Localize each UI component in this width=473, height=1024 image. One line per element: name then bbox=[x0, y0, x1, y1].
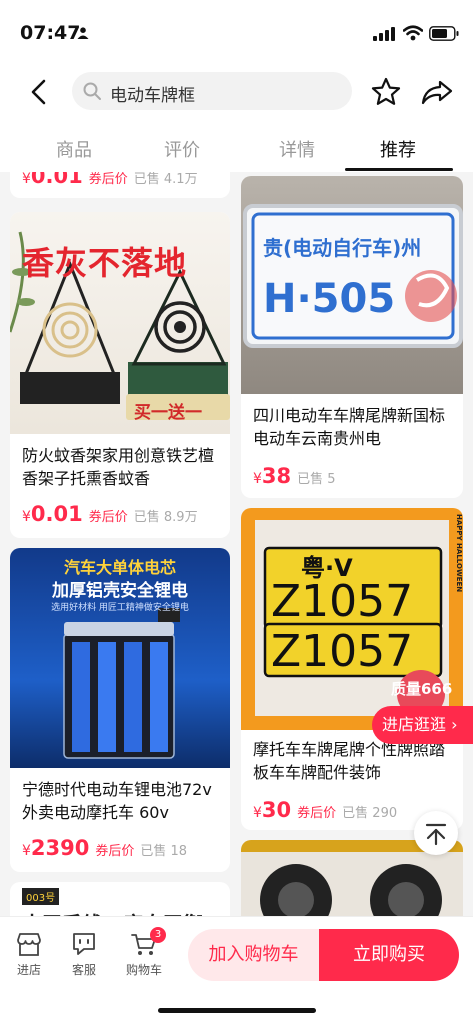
image-headline: 香灰不落地 bbox=[22, 244, 188, 282]
plate-number-text-2: Z1057 bbox=[271, 626, 414, 677]
tab-details[interactable]: 详情 bbox=[257, 136, 337, 162]
sold-count: 已售 4.1万 bbox=[133, 172, 198, 187]
currency-symbol: ¥ bbox=[22, 509, 31, 525]
image-line-1: 汽车大单体电芯 bbox=[63, 558, 176, 577]
home-indicator bbox=[158, 1008, 316, 1013]
price-row: ¥ 2390 券后价 已售 18 bbox=[22, 836, 187, 860]
price: 0.01 bbox=[30, 502, 83, 526]
product-image: 贵(电动自行车)州 H·505 bbox=[241, 176, 463, 394]
back-to-top-button[interactable] bbox=[414, 811, 458, 855]
search-icon bbox=[83, 82, 101, 100]
tab-recommend[interactable]: 推荐 bbox=[358, 136, 438, 162]
customer-service-button[interactable]: 客服 bbox=[59, 931, 109, 978]
price-row: ¥ 0.01 券后价 已售 8.9万 bbox=[22, 502, 198, 526]
currency-symbol: ¥ bbox=[22, 843, 31, 859]
product-card-battery[interactable]: 汽车大单体电芯 加厚铝壳安全锂电 选用好材料 用匠工精神做安全锂电 宁德时代电动… bbox=[10, 548, 230, 872]
add-to-cart-button[interactable]: 加入购物车 bbox=[188, 929, 319, 981]
product-image: 香灰不落地 买一送一 bbox=[10, 212, 230, 434]
product-card-mosquito-holder[interactable]: 香灰不落地 买一送一 防火蚊香架家用创意铁艺檀香架子托熏香蚊香 ¥ 0.01 券… bbox=[10, 212, 230, 538]
product-image: 粤·V Z1057 Z1057 质量666 HAPPY HALLOWEEN bbox=[241, 508, 463, 730]
buy-now-button[interactable]: 立即购买 bbox=[319, 929, 459, 981]
product-image: 汽车大单体电芯 加厚铝壳安全锂电 选用好材料 用匠工精神做安全锂电 bbox=[10, 548, 230, 768]
search-query: 电动车牌框 bbox=[110, 86, 195, 106]
product-title: 四川电动车车牌尾牌新国标电动车云南贵州电 bbox=[253, 406, 446, 448]
price: 38 bbox=[261, 464, 292, 488]
image-tag: 003号 bbox=[22, 888, 60, 905]
cart-button[interactable]: 3 购物车 bbox=[119, 927, 169, 978]
cart-count-badge: 3 bbox=[150, 927, 166, 943]
product-title: 防火蚊香架家用创意铁艺檀香架子托熏香蚊香 bbox=[22, 446, 215, 488]
favorite-star-icon[interactable] bbox=[370, 76, 402, 108]
price-row: ¥ 0.01 券后价 已售 4.1万 bbox=[22, 172, 198, 188]
plate-region-text: 贵(电动自行车)州 bbox=[263, 236, 422, 260]
top-nav-bar: 电动车牌框 bbox=[0, 64, 473, 120]
store-icon bbox=[17, 933, 41, 956]
product-card-partial-top[interactable]: ¥ 0.01 券后价 已售 4.1万 bbox=[10, 172, 230, 198]
cart-label: 购物车 bbox=[125, 963, 162, 977]
price: 0.01 bbox=[30, 172, 83, 188]
bottom-action-bar: 进店 客服 3 购物车 加入购物车 立即购买 bbox=[0, 916, 473, 994]
product-title: 宁德时代电动车锂电池72v外卖电动摩托车 60v bbox=[22, 780, 212, 822]
price-row: ¥ 38 已售 5 bbox=[253, 464, 336, 488]
tab-reviews[interactable]: 评价 bbox=[142, 136, 222, 162]
image-line-2: 加厚铝壳安全锂电 bbox=[52, 581, 188, 601]
image-side-text: HAPPY HALLOWEEN bbox=[455, 514, 463, 593]
image-badge: 买一送一 bbox=[134, 403, 202, 423]
cellular-signal-icon bbox=[373, 27, 395, 41]
image-tag: 质量666 bbox=[391, 680, 453, 698]
sold-count: 已售 18 bbox=[140, 844, 188, 859]
image-headline: 水平手线 4度自平衡 bbox=[22, 908, 203, 916]
price: 30 bbox=[261, 798, 292, 822]
product-card-plate-frame[interactable]: 贵(电动自行车)州 H·505 四川电动车车牌尾牌新国标电动车云南贵州电 ¥ 3… bbox=[241, 176, 463, 498]
coupon-price-label: 券后价 bbox=[88, 510, 128, 525]
coupon-price-label: 券后价 bbox=[297, 806, 337, 821]
service-label: 客服 bbox=[71, 963, 96, 977]
currency-symbol: ¥ bbox=[253, 805, 262, 821]
share-icon[interactable] bbox=[420, 76, 454, 108]
person-icon bbox=[77, 27, 89, 39]
status-bar: 07:47 bbox=[0, 0, 473, 64]
currency-symbol: ¥ bbox=[253, 471, 262, 487]
detail-tabs: 商品 评价 详情 推荐 bbox=[0, 122, 473, 172]
search-bar[interactable]: 电动车牌框 bbox=[72, 72, 352, 110]
product-card-moto-plate[interactable]: 粤·V Z1057 Z1057 质量666 HAPPY HALLOWEEN 摩托… bbox=[241, 508, 463, 830]
back-to-top-icon bbox=[425, 823, 447, 846]
status-time: 07:47 bbox=[20, 22, 81, 44]
chat-icon bbox=[73, 933, 95, 955]
tab-products[interactable]: 商品 bbox=[34, 136, 114, 162]
price-row: ¥ 30 券后价 已售 290 bbox=[253, 798, 397, 822]
product-card-partial-bottom[interactable]: 003号 水平手线 4度自平衡 bbox=[10, 882, 230, 916]
price: 2390 bbox=[30, 836, 90, 860]
coupon-price-label: 券后价 bbox=[95, 844, 135, 859]
visit-shop-float-button[interactable]: 进店逛逛 › bbox=[372, 706, 473, 744]
sold-count: 已售 8.9万 bbox=[133, 510, 198, 525]
sold-count: 已售 5 bbox=[297, 472, 336, 487]
store-button[interactable]: 进店 bbox=[4, 931, 54, 978]
image-line-3: 选用好材料 用匠工精神做安全锂电 bbox=[51, 603, 189, 613]
back-arrow-icon[interactable] bbox=[24, 76, 54, 108]
coupon-price-label: 券后价 bbox=[88, 172, 128, 187]
product-title: 摩托车车牌尾牌个性牌照踏板车车牌配件装饰 bbox=[253, 740, 446, 782]
store-label: 进店 bbox=[16, 963, 41, 977]
wifi-icon bbox=[403, 25, 423, 41]
plate-number-text: Z1057 bbox=[271, 576, 414, 627]
sold-count: 已售 290 bbox=[342, 806, 398, 821]
currency-symbol: ¥ bbox=[22, 172, 31, 187]
plate-number-text: H·505 bbox=[263, 276, 396, 322]
battery-icon bbox=[429, 26, 459, 41]
recommend-feed[interactable]: ¥ 0.01 券后价 已售 4.1万 香灰不落地 买一送一 防火蚊香架家用创意铁… bbox=[0, 172, 473, 916]
active-tab-indicator bbox=[345, 168, 453, 171]
